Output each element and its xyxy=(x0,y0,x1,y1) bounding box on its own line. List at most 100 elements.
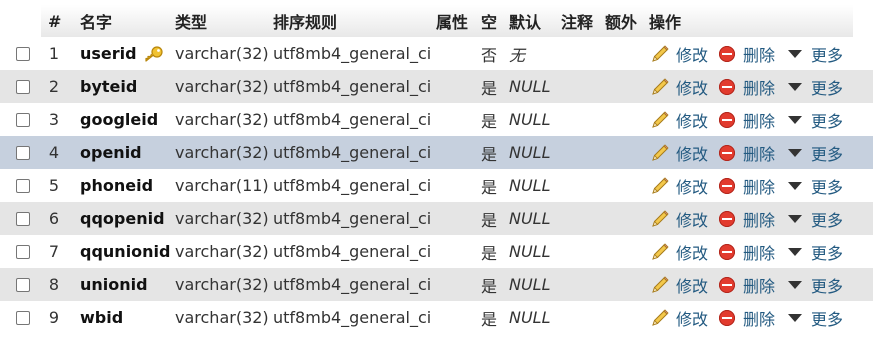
more-label[interactable]: 更多 xyxy=(811,108,843,132)
more-label[interactable]: 更多 xyxy=(811,273,843,297)
table-row[interactable]: 1 userid varchar(32) utf8mb4_general_ci … xyxy=(0,37,873,70)
more-dropdown[interactable]: 更多 xyxy=(788,103,843,136)
delete-link[interactable]: 删除 xyxy=(719,268,775,301)
checkbox-box[interactable] xyxy=(16,145,30,160)
edit-link[interactable]: 修改 xyxy=(650,37,708,70)
edit-link[interactable]: 修改 xyxy=(650,235,708,268)
edit-label[interactable]: 修改 xyxy=(676,174,708,198)
delete-link[interactable]: 删除 xyxy=(719,136,775,169)
edit-label[interactable]: 修改 xyxy=(676,240,708,264)
more-dropdown[interactable]: 更多 xyxy=(788,268,843,301)
more-label[interactable]: 更多 xyxy=(811,207,843,231)
header-collation[interactable]: 排序规则 xyxy=(273,5,337,37)
edit-label[interactable]: 修改 xyxy=(676,42,708,66)
delete-link[interactable]: 删除 xyxy=(719,70,775,103)
edit-link[interactable]: 修改 xyxy=(650,103,708,136)
checkbox-box[interactable] xyxy=(16,277,30,292)
delete-label[interactable]: 删除 xyxy=(743,108,775,132)
more-dropdown[interactable]: 更多 xyxy=(788,202,843,235)
checkbox-box[interactable] xyxy=(16,310,30,325)
delete-label[interactable]: 删除 xyxy=(743,273,775,297)
delete-label[interactable]: 删除 xyxy=(743,240,775,264)
edit-label[interactable]: 修改 xyxy=(676,207,708,231)
header-name[interactable]: 名字 xyxy=(80,5,112,37)
delete-icon xyxy=(719,309,735,326)
checkbox-box[interactable] xyxy=(16,112,30,127)
row-checkbox[interactable] xyxy=(14,268,32,301)
row-checkbox[interactable] xyxy=(14,235,32,268)
more-label[interactable]: 更多 xyxy=(811,141,843,165)
pencil-icon xyxy=(652,110,669,128)
edit-link[interactable]: 修改 xyxy=(650,169,708,202)
table-row[interactable]: 4 openid varchar(32) utf8mb4_general_ci … xyxy=(0,136,873,169)
row-checkbox[interactable] xyxy=(14,169,32,202)
delete-link[interactable]: 删除 xyxy=(719,37,775,70)
header-attributes[interactable]: 属性 xyxy=(436,5,468,37)
table-row[interactable]: 9 wbid varchar(32) utf8mb4_general_ci 是 … xyxy=(0,301,873,334)
edit-link[interactable]: 修改 xyxy=(650,268,708,301)
delete-icon xyxy=(719,210,735,227)
row-checkbox[interactable] xyxy=(14,103,32,136)
more-dropdown[interactable]: 更多 xyxy=(788,301,843,334)
table-row[interactable]: 5 phoneid varchar(11) utf8mb4_general_ci… xyxy=(0,169,873,202)
header-null[interactable]: 空 xyxy=(481,5,497,37)
edit-label[interactable]: 修改 xyxy=(676,141,708,165)
checkbox-box[interactable] xyxy=(16,178,30,193)
column-name: openid xyxy=(80,143,142,162)
row-checkbox[interactable] xyxy=(14,37,32,70)
delete-label[interactable]: 删除 xyxy=(743,306,775,330)
table-row[interactable]: 2 byteid varchar(32) utf8mb4_general_ci … xyxy=(0,70,873,103)
pencil-icon xyxy=(652,308,669,326)
header-default[interactable]: 默认 xyxy=(509,5,541,37)
more-dropdown[interactable]: 更多 xyxy=(788,136,843,169)
more-label[interactable]: 更多 xyxy=(811,174,843,198)
row-checkbox[interactable] xyxy=(14,301,32,334)
more-label[interactable]: 更多 xyxy=(811,240,843,264)
edit-link[interactable]: 修改 xyxy=(650,301,708,334)
column-name: wbid xyxy=(80,308,124,327)
checkbox-box[interactable] xyxy=(16,244,30,259)
edit-label[interactable]: 修改 xyxy=(676,108,708,132)
row-number: 1 xyxy=(48,44,60,63)
delete-label[interactable]: 删除 xyxy=(743,141,775,165)
delete-link[interactable]: 删除 xyxy=(719,235,775,268)
edit-link[interactable]: 修改 xyxy=(650,202,708,235)
delete-link[interactable]: 删除 xyxy=(719,202,775,235)
more-label[interactable]: 更多 xyxy=(811,75,843,99)
header-type[interactable]: 类型 xyxy=(175,5,207,37)
table-row[interactable]: 8 unionid varchar(32) utf8mb4_general_ci… xyxy=(0,268,873,301)
checkbox-box[interactable] xyxy=(16,46,30,61)
checkbox-box[interactable] xyxy=(16,79,30,94)
header-comment[interactable]: 注释 xyxy=(561,5,593,37)
column-collation: utf8mb4_general_ci xyxy=(273,275,432,294)
table-row[interactable]: 7 qqunionid varchar(32) utf8mb4_general_… xyxy=(0,235,873,268)
header-num[interactable]: # xyxy=(48,5,61,37)
delete-label[interactable]: 删除 xyxy=(743,75,775,99)
more-dropdown[interactable]: 更多 xyxy=(788,235,843,268)
delete-link[interactable]: 删除 xyxy=(719,103,775,136)
more-dropdown[interactable]: 更多 xyxy=(788,169,843,202)
row-checkbox[interactable] xyxy=(14,70,32,103)
edit-label[interactable]: 修改 xyxy=(676,75,708,99)
table-row[interactable]: 6 qqopenid varchar(32) utf8mb4_general_c… xyxy=(0,202,873,235)
delete-label[interactable]: 删除 xyxy=(743,42,775,66)
delete-link[interactable]: 删除 xyxy=(719,169,775,202)
delete-link[interactable]: 删除 xyxy=(719,301,775,334)
delete-label[interactable]: 删除 xyxy=(743,174,775,198)
delete-label[interactable]: 删除 xyxy=(743,207,775,231)
edit-link[interactable]: 修改 xyxy=(650,70,708,103)
more-label[interactable]: 更多 xyxy=(811,42,843,66)
header-extra[interactable]: 额外 xyxy=(605,5,637,37)
row-checkbox[interactable] xyxy=(14,136,32,169)
more-dropdown[interactable]: 更多 xyxy=(788,70,843,103)
edit-link[interactable]: 修改 xyxy=(650,136,708,169)
edit-label[interactable]: 修改 xyxy=(676,273,708,297)
delete-icon xyxy=(719,276,735,293)
row-checkbox[interactable] xyxy=(14,202,32,235)
more-label[interactable]: 更多 xyxy=(811,306,843,330)
table-header: # 名字 类型 排序规则 属性 空 默认 注释 额外 操作 xyxy=(0,0,873,37)
more-dropdown[interactable]: 更多 xyxy=(788,37,843,70)
edit-label[interactable]: 修改 xyxy=(676,306,708,330)
checkbox-box[interactable] xyxy=(16,211,30,226)
table-row[interactable]: 3 googleid varchar(32) utf8mb4_general_c… xyxy=(0,103,873,136)
